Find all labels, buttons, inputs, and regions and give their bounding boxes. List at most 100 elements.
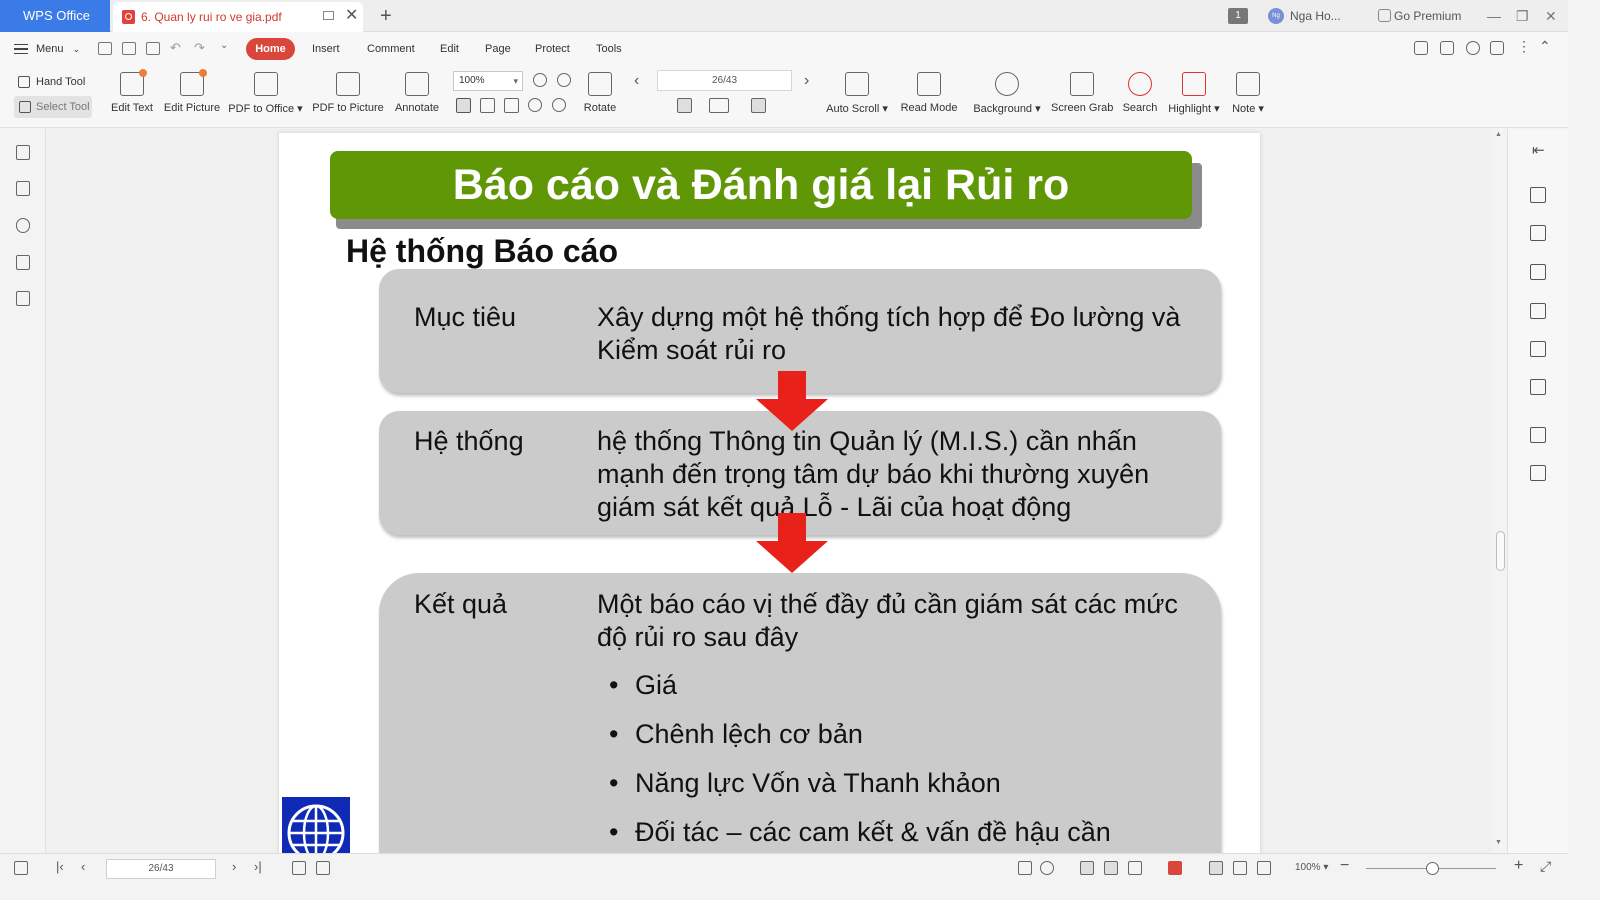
- collapse-sidebar-icon[interactable]: ⇤: [1532, 141, 1545, 159]
- highlight-button[interactable]: Highlight ▾: [1167, 72, 1221, 115]
- scroll-down-arrow[interactable]: ▼: [1495, 839, 1502, 846]
- comment-icon[interactable]: [1490, 41, 1504, 55]
- tab-comment[interactable]: Comment: [367, 40, 415, 58]
- auto-scroll-button[interactable]: Auto Scroll ▾: [826, 72, 888, 115]
- edit-document-icon[interactable]: [1530, 225, 1546, 241]
- fit-page-icon[interactable]: [480, 98, 495, 113]
- share-user-icon[interactable]: [1414, 41, 1428, 55]
- scroll-up-arrow[interactable]: ▲: [1495, 131, 1502, 138]
- eye-icon[interactable]: [1040, 861, 1054, 875]
- tab-protect[interactable]: Protect: [535, 40, 570, 58]
- convert-icon[interactable]: [1530, 264, 1546, 280]
- select-tool-button[interactable]: Select Tool: [14, 96, 92, 118]
- compare-icon[interactable]: [1530, 379, 1546, 395]
- single-page-icon[interactable]: [677, 98, 692, 113]
- zoom-out-icon[interactable]: [533, 73, 547, 87]
- export-icon[interactable]: [1440, 41, 1454, 55]
- first-page-icon[interactable]: |‹: [56, 859, 64, 874]
- bookmark-icon[interactable]: [16, 145, 30, 160]
- pdf-form-icon[interactable]: [16, 291, 30, 306]
- double-page-view-icon[interactable]: [1128, 861, 1142, 875]
- edit-picture-button[interactable]: Edit Picture: [163, 69, 221, 114]
- go-premium-button[interactable]: Go Premium: [1394, 0, 1461, 32]
- next-page-icon[interactable]: ›: [232, 859, 236, 874]
- continuous-view-icon[interactable]: [1104, 861, 1118, 875]
- print-icon[interactable]: [1530, 427, 1546, 443]
- hand-tool-button[interactable]: Hand Tool: [18, 74, 85, 90]
- window-mode-icon[interactable]: [323, 11, 334, 20]
- notification-badge[interactable]: 1: [1228, 8, 1248, 24]
- annotate-button[interactable]: Annotate: [393, 72, 441, 114]
- minimize-icon[interactable]: —: [1487, 0, 1501, 32]
- sign-icon[interactable]: [1530, 341, 1546, 357]
- status-page-input[interactable]: 26/43: [106, 859, 216, 879]
- save-icon[interactable]: [122, 42, 136, 55]
- go-back-icon[interactable]: [292, 861, 306, 875]
- note-button[interactable]: Note ▾: [1229, 72, 1267, 115]
- tab-tools[interactable]: Tools: [596, 40, 622, 58]
- document-tab[interactable]: 6. Quan ly rui ro ve gia.pdf ✕: [113, 2, 363, 32]
- pdf-to-office-button[interactable]: PDF to Office ▾: [228, 72, 303, 115]
- actual-size-icon[interactable]: [456, 98, 471, 113]
- previous-page-icon[interactable]: ‹: [634, 71, 639, 91]
- undo-icon[interactable]: ↶: [170, 40, 181, 56]
- single-page-view-icon[interactable]: [1080, 861, 1094, 875]
- scroll-thumb[interactable]: [1496, 531, 1505, 571]
- play-slideshow-icon[interactable]: [1168, 861, 1182, 875]
- go-forward-icon[interactable]: [316, 861, 330, 875]
- fullscreen-icon[interactable]: ⤢: [1540, 858, 1551, 875]
- thumbnails-icon[interactable]: [16, 181, 30, 196]
- page-number-input[interactable]: 26/43: [657, 70, 792, 91]
- zoom-percent[interactable]: 100% ▾: [1295, 861, 1328, 875]
- last-page-icon[interactable]: ›|: [254, 859, 262, 874]
- tab-edit[interactable]: Edit: [440, 40, 459, 58]
- settings-icon[interactable]: [1466, 41, 1480, 55]
- fit-width-icon[interactable]: [504, 98, 519, 113]
- close-window-icon[interactable]: ✕: [1545, 0, 1557, 32]
- background-button[interactable]: Background ▾: [973, 72, 1041, 115]
- continuous-icon[interactable]: [751, 98, 766, 113]
- menu-button[interactable]: Menu ⌄: [14, 40, 80, 58]
- redo-icon[interactable]: ↷: [194, 40, 205, 56]
- customize-toolbar-icon[interactable]: ⌄: [220, 40, 228, 51]
- screen-grab-button[interactable]: Screen Grab: [1051, 72, 1113, 114]
- pdf-to-picture-button[interactable]: PDF to Picture: [312, 72, 384, 114]
- navigation-panel-icon[interactable]: [14, 861, 28, 875]
- translate-icon[interactable]: [1530, 465, 1546, 481]
- double-page-icon[interactable]: [709, 98, 729, 113]
- zoom-in-icon[interactable]: [557, 73, 571, 87]
- add-pages-icon[interactable]: [1530, 187, 1546, 203]
- premium-icon[interactable]: [1378, 9, 1391, 22]
- actual-size-icon[interactable]: [1209, 861, 1223, 875]
- previous-page-icon[interactable]: ‹: [81, 859, 85, 874]
- protect-eye-icon[interactable]: [1018, 861, 1032, 875]
- rotate-button[interactable]: Rotate: [580, 72, 620, 114]
- fit-page-icon[interactable]: [1233, 861, 1247, 875]
- wps-office-tab[interactable]: WPS Office: [0, 0, 110, 32]
- rotate-right-icon[interactable]: [552, 98, 566, 112]
- next-page-icon[interactable]: ›: [804, 71, 809, 91]
- tab-insert[interactable]: Insert: [312, 40, 340, 58]
- more-options-icon[interactable]: ⋮: [1517, 38, 1531, 55]
- restore-icon[interactable]: ❐: [1516, 0, 1529, 32]
- collapse-ribbon-icon[interactable]: ⌃: [1539, 38, 1551, 55]
- new-tab-button[interactable]: +: [380, 4, 392, 28]
- zoom-in-icon[interactable]: +: [1514, 857, 1523, 875]
- tab-home[interactable]: Home: [246, 38, 295, 60]
- fit-width-icon[interactable]: [1257, 861, 1271, 875]
- search-button[interactable]: Search: [1120, 72, 1160, 114]
- document-viewport[interactable]: Báo cáo và Đánh giá lại Rủi ro Hệ thống …: [46, 129, 1492, 853]
- signature-icon[interactable]: [16, 255, 30, 270]
- avatar[interactable]: Ng: [1268, 8, 1284, 24]
- zoom-select[interactable]: 100%: [453, 71, 523, 91]
- user-name[interactable]: Nga Ho...: [1290, 0, 1341, 32]
- zoom-out-icon[interactable]: −: [1340, 857, 1349, 875]
- edit-text-button[interactable]: Edit Text: [108, 69, 156, 114]
- print-icon[interactable]: [146, 42, 160, 55]
- form-icon[interactable]: [1530, 303, 1546, 319]
- open-folder-icon[interactable]: [98, 42, 112, 55]
- read-mode-button[interactable]: Read Mode: [898, 72, 960, 114]
- zoom-slider-handle[interactable]: [1426, 862, 1439, 875]
- attachment-icon[interactable]: [16, 218, 30, 233]
- tab-page[interactable]: Page: [485, 40, 511, 58]
